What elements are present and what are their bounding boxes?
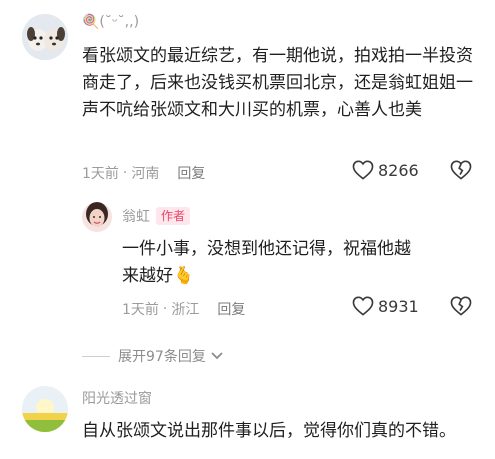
reply-username[interactable]: 翁虹 xyxy=(122,206,150,226)
heart-icon xyxy=(352,296,374,316)
broken-heart-icon xyxy=(450,160,472,180)
expand-replies-button[interactable]: 展开97条回复 xyxy=(82,346,224,366)
reply-text: 一件小事，没想到他还记得，祝福他越来越好🫰 xyxy=(122,239,411,286)
broken-heart-icon xyxy=(450,296,472,316)
like-count: 8266 xyxy=(378,160,419,180)
comment-location: 河南 xyxy=(131,166,160,182)
like-button[interactable]: 8266 xyxy=(352,160,419,180)
reply-location: 浙江 xyxy=(171,302,200,318)
portrait-avatar-icon xyxy=(82,202,112,232)
expand-replies-label: 展开97条回复 xyxy=(118,349,206,365)
expand-divider xyxy=(82,355,110,357)
comment-text: 看张颂文的最近综艺，有一期他说，拍戏拍一半投资商走了，后来也没钱买机票回北京，还… xyxy=(82,46,473,120)
like-button[interactable]: 8931 xyxy=(352,296,419,316)
dog-avatar-icon xyxy=(22,14,68,60)
meta-separator: · xyxy=(122,165,128,181)
sunflower-field-avatar-icon xyxy=(22,386,68,432)
comment-username[interactable]: 阳光透过窗 xyxy=(82,388,152,408)
heart-icon xyxy=(352,160,374,180)
dislike-button[interactable] xyxy=(450,296,472,320)
avatar[interactable] xyxy=(22,386,68,432)
reply-username-row: 翁虹 作者 xyxy=(122,206,191,226)
reply-meta: 1天前 · 浙江 回复 xyxy=(122,299,245,319)
meta-separator: · xyxy=(162,301,168,317)
like-count: 8931 xyxy=(378,296,419,316)
reply-button[interactable]: 回复 xyxy=(177,163,205,183)
author-badge: 作者 xyxy=(156,207,191,225)
comment-meta: 1天前 · 河南 回复 xyxy=(82,163,205,183)
comment-time: 1天前 xyxy=(82,166,119,182)
avatar[interactable] xyxy=(22,14,68,60)
reply-avatar[interactable] xyxy=(82,202,112,232)
reply-button[interactable]: 回复 xyxy=(217,299,245,319)
reply-time: 1天前 xyxy=(122,302,159,318)
comment-username[interactable]: 🍭(˘ᵕ˘,,) xyxy=(82,14,139,30)
dislike-button[interactable] xyxy=(450,160,472,184)
chevron-down-icon xyxy=(211,352,223,360)
comment-text: 自从张颂文说出那件事以后，觉得你们真的不错。 xyxy=(82,421,456,441)
